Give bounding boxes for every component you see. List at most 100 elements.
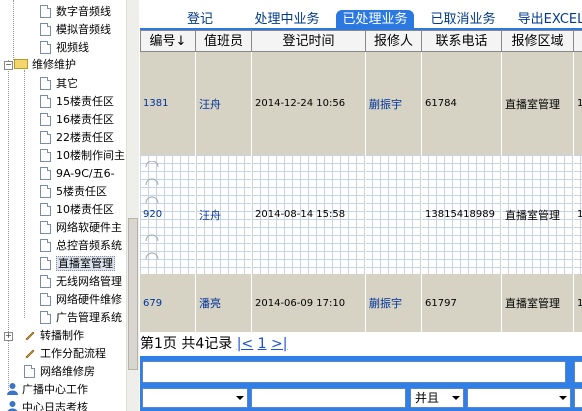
record-id-link[interactable]: 1381 xyxy=(143,98,168,109)
document-icon xyxy=(40,41,51,54)
pencil-icon xyxy=(25,349,35,359)
tree-item-network-sw-hw[interactable]: 网络软硬件主 xyxy=(40,219,122,236)
expand-toggle[interactable]: + xyxy=(4,332,13,341)
tree-item-15f[interactable]: 15楼责任区 xyxy=(40,93,114,110)
tree-item-other[interactable]: 其它 xyxy=(40,75,78,92)
field-select[interactable] xyxy=(142,388,248,408)
document-icon xyxy=(40,95,51,108)
tree-item-16f[interactable]: 16楼责任区 xyxy=(40,111,114,128)
table-row[interactable]: 1381 汪舟 2014-12-24 10:56 蒯振宇 61784 直播室管理… xyxy=(140,52,582,155)
tab-processed[interactable]: 已处理业务 xyxy=(336,10,414,29)
col-header-time[interactable]: 登记时间 xyxy=(252,30,366,52)
cell-reporter xyxy=(366,155,422,274)
cell-phone: 13815418989 xyxy=(422,155,502,274)
tree-item-22f[interactable]: 22楼责任区 xyxy=(40,129,114,146)
tab-bar: 登记 处理中业务 已处理业务 已取消业务 导出EXCEL xyxy=(140,0,582,30)
document-icon xyxy=(40,131,51,144)
collapse-toggle[interactable]: − xyxy=(4,61,13,70)
tree-item-analog-audio[interactable]: 模拟音频线 xyxy=(40,21,111,38)
tree-item-digital-audio[interactable]: 数字音频线 xyxy=(40,3,111,20)
cell-extra: 1 xyxy=(574,52,582,155)
tab-in-progress[interactable]: 处理中业务 xyxy=(248,10,326,29)
category-tree: 数字音频线 模拟音频线 视频线 − 维修维护 其它 15楼责任区 16楼责任区 … xyxy=(0,0,126,411)
col-header-extra[interactable] xyxy=(574,30,582,52)
document-icon xyxy=(40,221,51,234)
field-select-2[interactable] xyxy=(467,388,571,408)
cell-staff: 潘亮 xyxy=(196,274,252,332)
tree-item-broadcast-production[interactable]: 转播制作 xyxy=(24,327,84,344)
col-header-staff[interactable]: 值班员 xyxy=(196,30,252,52)
filter-bar: 并且 xyxy=(140,356,582,411)
cell-reporter: 蒯振宇 xyxy=(366,52,422,155)
tree-item-video-line[interactable]: 视频线 xyxy=(40,39,89,56)
tree-item-maintenance[interactable]: 维修维护 xyxy=(14,56,76,73)
tab-cancelled[interactable]: 已取消业务 xyxy=(424,10,502,29)
tab-export-excel[interactable]: 导出EXCEL xyxy=(512,10,582,29)
document-icon xyxy=(40,23,51,36)
document-icon xyxy=(40,149,51,162)
col-header-id[interactable]: 编号↓ xyxy=(140,30,196,52)
value-input-2[interactable] xyxy=(574,388,582,408)
table-header: 编号↓ 值班员 登记时间 报修人 联系电话 报修区域 xyxy=(140,30,582,52)
cell-time: 2014-12-24 10:56 xyxy=(252,52,366,155)
logic-select[interactable]: 并且 xyxy=(410,388,464,408)
tree-line xyxy=(24,70,25,318)
record-id-link[interactable]: 679 xyxy=(143,298,162,309)
tree-item-wireless[interactable]: 无线网络管理 xyxy=(40,273,122,290)
document-icon xyxy=(24,365,35,378)
pencil-icon xyxy=(25,331,35,341)
dropdown-arrow-icon xyxy=(236,396,244,400)
scrollbar-thumb[interactable] xyxy=(128,218,138,370)
document-icon xyxy=(40,293,51,306)
pager-summary: 第1页 共4记录 xyxy=(140,336,233,352)
document-icon xyxy=(40,77,51,90)
document-icon xyxy=(40,203,51,216)
pager-page-link[interactable]: 1 xyxy=(258,336,267,352)
cell-area: 直播室管理 xyxy=(502,274,574,332)
value-input[interactable] xyxy=(251,388,406,408)
document-icon xyxy=(40,311,51,324)
cell-time: 2014-06-09 17:10 xyxy=(252,274,366,332)
cell-time: 2014-08-14 15:58 xyxy=(252,155,366,274)
tree-item-5f[interactable]: 5楼责任区 xyxy=(40,183,107,200)
document-icon xyxy=(40,113,51,126)
search-input[interactable] xyxy=(142,361,566,383)
tree-scrollbar[interactable] xyxy=(126,0,139,411)
search-extra-input[interactable] xyxy=(574,361,582,383)
pager-last-link[interactable]: >| xyxy=(271,336,287,352)
col-header-reporter[interactable]: 报修人 xyxy=(366,30,422,52)
tree-item-ad-system[interactable]: 广告管理系统 xyxy=(40,309,122,326)
cell-staff: 汪舟 xyxy=(196,52,252,155)
cell-area: 直播室管理 xyxy=(502,155,574,274)
tree-item-10f-studio[interactable]: 10楼制作间主 xyxy=(40,147,125,164)
table-row[interactable]: 679 潘亮 2014-06-09 17:10 蒯振宇 61797 直播室管理 … xyxy=(140,274,582,332)
person-icon xyxy=(7,383,18,395)
tree-item-studio-mgmt[interactable]: 直播室管理 xyxy=(40,255,115,272)
tab-register[interactable]: 登记 xyxy=(178,10,222,29)
document-icon xyxy=(40,167,51,180)
col-header-phone[interactable]: 联系电话 xyxy=(422,30,502,52)
table-row[interactable]: 920 汪舟 2014-08-14 15:58 13815418989 直播室管… xyxy=(140,155,582,274)
document-icon xyxy=(40,239,51,252)
tree-item-network-room[interactable]: 网络维修房 xyxy=(24,363,95,380)
cell-area: 直播室管理 xyxy=(502,52,574,155)
document-icon xyxy=(40,275,51,288)
dropdown-arrow-icon xyxy=(452,396,460,400)
tree-item-10f[interactable]: 10楼责任区 xyxy=(40,201,114,218)
pager: 第1页 共4记录 |< 1 >| xyxy=(140,332,582,356)
tree-item-work-assignment[interactable]: 工作分配流程 xyxy=(24,345,106,362)
tree-item-center-log[interactable]: 中心日志考核 xyxy=(6,399,88,411)
col-header-area[interactable]: 报修区域 xyxy=(502,30,574,52)
document-icon xyxy=(40,185,51,198)
cell-extra: 1 xyxy=(574,274,582,332)
tree-item-network-repair[interactable]: 网络硬件维修 xyxy=(40,291,122,308)
main-panel: 登记 处理中业务 已处理业务 已取消业务 导出EXCEL 编号↓ 值班员 登记时… xyxy=(140,0,582,411)
tree-item-9a-9c[interactable]: 9A-9C/五6- xyxy=(40,165,115,182)
tree-item-center-work[interactable]: 广播中心工作 xyxy=(6,381,88,398)
document-icon xyxy=(40,257,51,270)
record-id-link[interactable]: 920 xyxy=(143,209,162,220)
tree-item-master-audio[interactable]: 总控音频系统 xyxy=(40,237,122,254)
person-icon xyxy=(7,401,18,411)
dropdown-arrow-icon xyxy=(559,396,567,400)
pager-first-link[interactable]: |< xyxy=(237,336,253,352)
